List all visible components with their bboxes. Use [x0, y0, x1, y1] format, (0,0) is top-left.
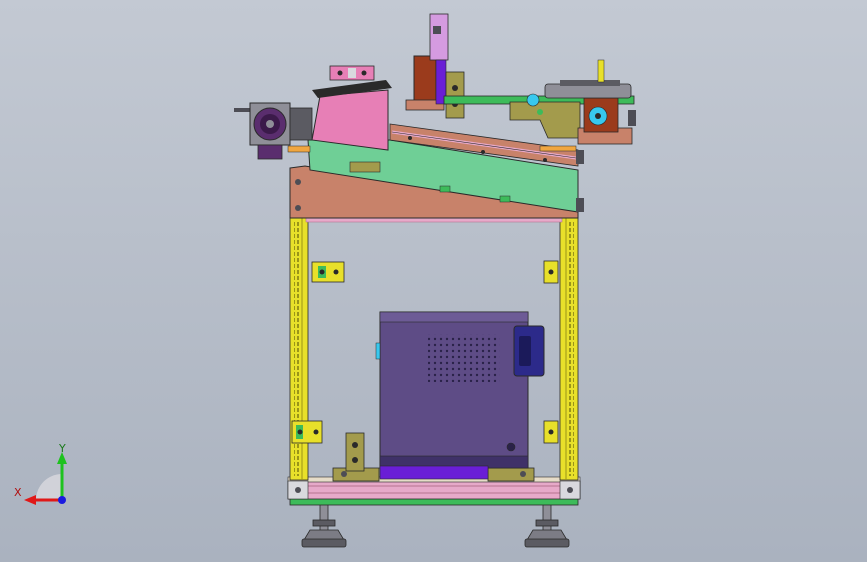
y-axis-label: Y [59, 442, 66, 455]
control-box [375, 311, 529, 469]
corner-bracket-upper-right [543, 260, 559, 284]
vent-grille [428, 334, 500, 382]
standoff-bracket [345, 432, 365, 472]
corner-bracket-lower-left [291, 420, 323, 444]
orange-pad-right [539, 145, 577, 152]
base-frame [287, 476, 581, 506]
frame-post-right [559, 217, 579, 481]
z-axis-origin [58, 496, 66, 504]
corner-bracket-lower-right [543, 420, 559, 444]
corner-bracket-upper-left [311, 261, 345, 283]
control-box-handle[interactable] [513, 325, 545, 377]
cad-viewport[interactable]: Y X [0, 0, 867, 562]
frame-cross-bar-top [305, 217, 563, 223]
purple-base-strip [379, 465, 489, 480]
cad-model-canvas[interactable] [0, 0, 867, 562]
orange-pad-left [287, 145, 311, 153]
base-bracket-right [487, 467, 535, 482]
x-axis-label: X [14, 486, 22, 499]
sensor-bracket [445, 71, 465, 119]
